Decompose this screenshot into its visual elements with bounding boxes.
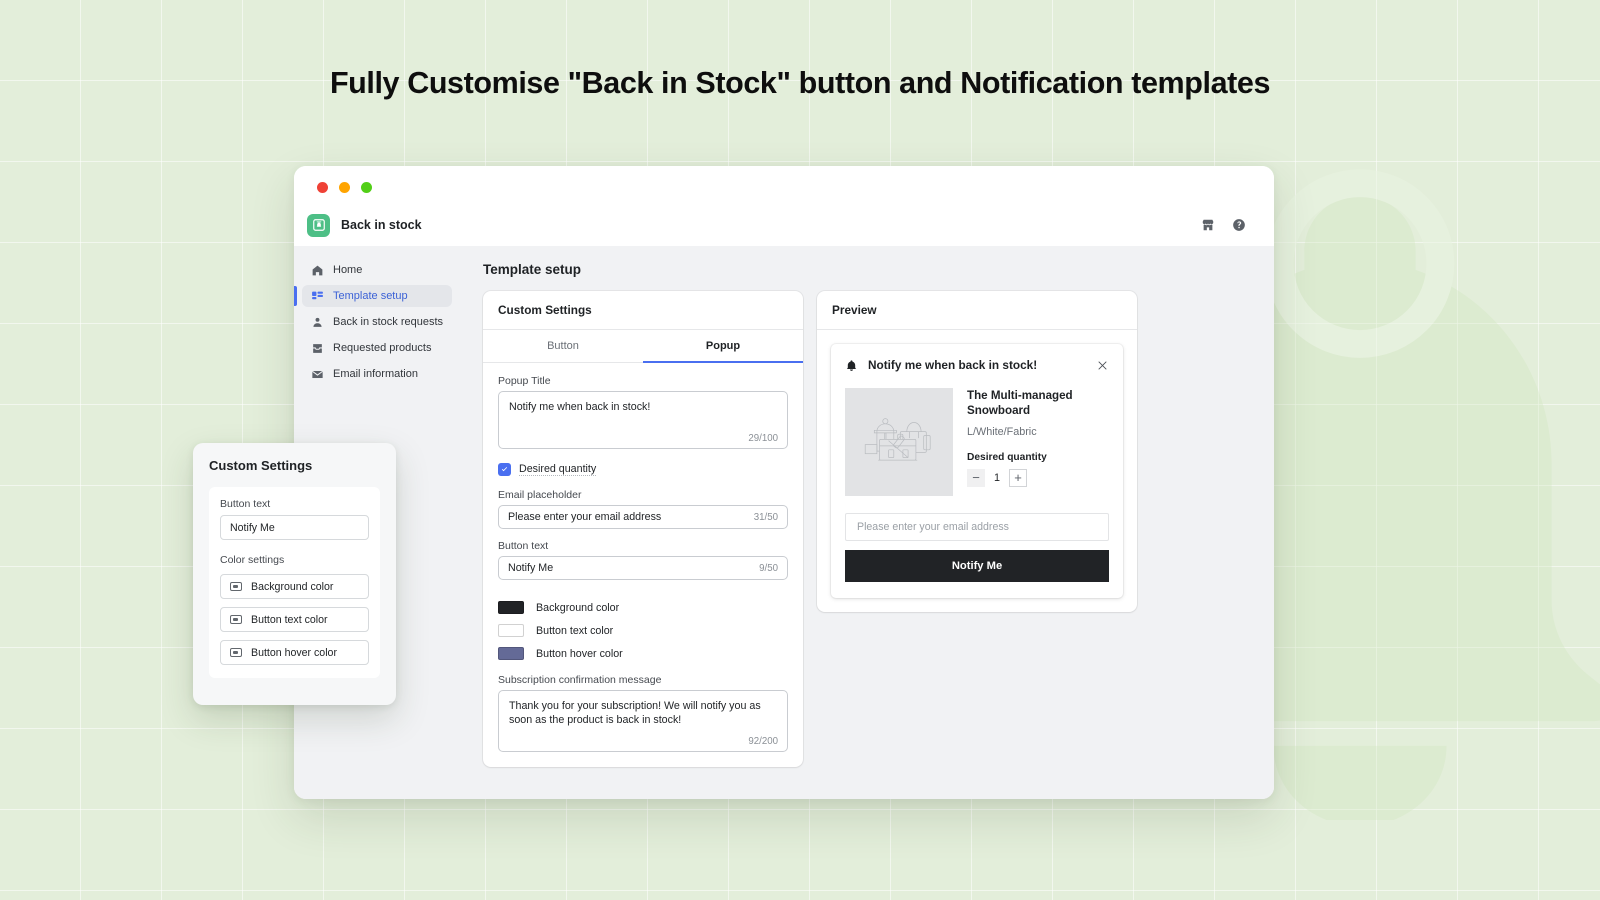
popup-title-input[interactable]: Notify me when back in stock! 29/100	[498, 391, 788, 449]
sidebar-item-label: Home	[333, 264, 362, 276]
floating-background-color-label: Background color	[251, 581, 333, 593]
notify-me-button[interactable]: Notify Me	[845, 550, 1109, 582]
bell-box-icon	[307, 214, 330, 237]
sidebar-item-requested-products[interactable]: Requested products	[302, 337, 452, 359]
popup-title-value: Notify me when back in stock!	[509, 400, 777, 414]
preview-email-input[interactable]: Please enter your email address	[845, 513, 1109, 541]
product-variant: L/White/Fabric	[967, 426, 1109, 438]
button-text-value: Notify Me	[508, 562, 553, 574]
page-title: Template setup	[483, 262, 1257, 277]
button-text-counter: 9/50	[759, 563, 778, 574]
tab-popup[interactable]: Popup	[643, 330, 803, 363]
email-placeholder-label: Email placeholder	[498, 489, 788, 501]
help-circle-icon[interactable]	[1232, 218, 1246, 232]
quantity-decrement-button[interactable]: −	[967, 469, 985, 487]
custom-settings-card: Custom Settings Button Popup Popup Title…	[483, 291, 803, 767]
background-color-label: Background color	[536, 602, 619, 614]
floating-button-text-color-label: Button text color	[251, 614, 328, 626]
product-name: The Multi-managed Snowboard	[967, 389, 1109, 419]
page-headline: Fully Customise "Back in Stock" button a…	[0, 66, 1600, 101]
quantity-increment-button[interactable]: +	[1009, 469, 1027, 487]
preview-title: Preview	[817, 291, 1137, 330]
browser-window: Back in stock Home Template s	[294, 166, 1274, 799]
sidebar-item-label: Template setup	[333, 290, 408, 302]
custom-settings-title: Custom Settings	[483, 291, 803, 330]
sidebar-item-label: Requested products	[333, 342, 431, 354]
floating-button-hover-color-label: Button hover color	[251, 647, 337, 659]
floating-custom-settings-card: Custom Settings Button text Notify Me Co…	[193, 443, 396, 705]
envelope-icon	[311, 368, 324, 381]
main-content: Template setup Custom Settings Button Po…	[460, 246, 1274, 799]
button-text-label: Button text	[498, 540, 788, 552]
window-titlebar	[294, 166, 1274, 204]
bell-icon	[845, 359, 858, 372]
settings-tabs: Button Popup	[483, 330, 803, 363]
popup-title-label: Popup Title	[498, 375, 788, 387]
email-placeholder-value: Please enter your email address	[508, 511, 661, 523]
product-placeholder-icon	[845, 388, 953, 496]
sidebar-item-label: Back in stock requests	[333, 316, 443, 328]
floating-button-text-label: Button text	[220, 498, 369, 510]
button-hover-color-swatch[interactable]	[498, 647, 524, 660]
confirmation-message-label: Subscription confirmation message	[498, 674, 788, 686]
color-swatch-icon	[230, 648, 242, 657]
color-swatch-icon	[230, 615, 242, 624]
popup-title-counter: 29/100	[748, 433, 778, 444]
window-maximize-button[interactable]	[361, 182, 372, 193]
window-close-button[interactable]	[317, 182, 328, 193]
floating-button-text-color-option[interactable]: Button text color	[220, 607, 369, 632]
confirmation-message-input[interactable]: Thank you for your subscription! We will…	[498, 690, 788, 752]
app-title: Back in stock	[341, 218, 422, 232]
button-hover-color-row[interactable]: Button hover color	[498, 647, 788, 660]
sidebar-item-email-information[interactable]: Email information	[302, 363, 452, 385]
inbox-icon	[311, 342, 324, 355]
email-placeholder-input[interactable]: Please enter your email address 31/50	[498, 505, 788, 529]
sidebar-item-template-setup[interactable]: Template setup	[302, 285, 452, 307]
app-topbar: Back in stock	[294, 204, 1274, 246]
person-icon	[311, 316, 324, 329]
desired-quantity-label: Desired quantity	[519, 463, 596, 476]
button-text-color-row[interactable]: Button text color	[498, 624, 788, 637]
store-icon[interactable]	[1201, 218, 1215, 232]
layout-dashboard-icon	[311, 290, 324, 303]
preview-card: Preview Notify me when back in stock!	[817, 291, 1137, 612]
background-color-row[interactable]: Background color	[498, 601, 788, 614]
button-hover-color-label: Button hover color	[536, 648, 623, 660]
popup-preview: Notify me when back in stock!	[831, 344, 1123, 598]
home-icon	[311, 264, 324, 277]
popup-preview-title: Notify me when back in stock!	[868, 358, 1037, 372]
floating-card-title: Custom Settings	[209, 458, 380, 473]
floating-button-text-input[interactable]: Notify Me	[220, 515, 369, 540]
checkbox-checked-icon[interactable]	[498, 463, 511, 476]
sidebar-item-label: Email information	[333, 368, 418, 380]
quantity-label: Desired quantity	[967, 452, 1109, 463]
button-text-input[interactable]: Notify Me 9/50	[498, 556, 788, 580]
floating-color-settings-label: Color settings	[220, 554, 369, 566]
button-text-color-label: Button text color	[536, 625, 613, 637]
confirmation-message-value: Thank you for your subscription! We will…	[509, 699, 777, 728]
quantity-stepper[interactable]: − 1 +	[967, 469, 1109, 487]
email-placeholder-counter: 31/50	[754, 512, 778, 523]
floating-background-color-option[interactable]: Background color	[220, 574, 369, 599]
confirmation-message-counter: 92/200	[748, 736, 778, 747]
background-color-swatch[interactable]	[498, 601, 524, 614]
tab-button[interactable]: Button	[483, 330, 643, 363]
sidebar-item-back-in-stock-requests[interactable]: Back in stock requests	[302, 311, 452, 333]
color-swatch-icon	[230, 582, 242, 591]
desired-quantity-checkbox-row[interactable]: Desired quantity	[498, 463, 788, 476]
close-icon[interactable]	[1096, 359, 1109, 372]
window-minimize-button[interactable]	[339, 182, 350, 193]
button-text-color-swatch[interactable]	[498, 624, 524, 637]
sidebar-item-home[interactable]: Home	[302, 259, 452, 281]
quantity-value: 1	[985, 472, 1009, 484]
floating-button-hover-color-option[interactable]: Button hover color	[220, 640, 369, 665]
